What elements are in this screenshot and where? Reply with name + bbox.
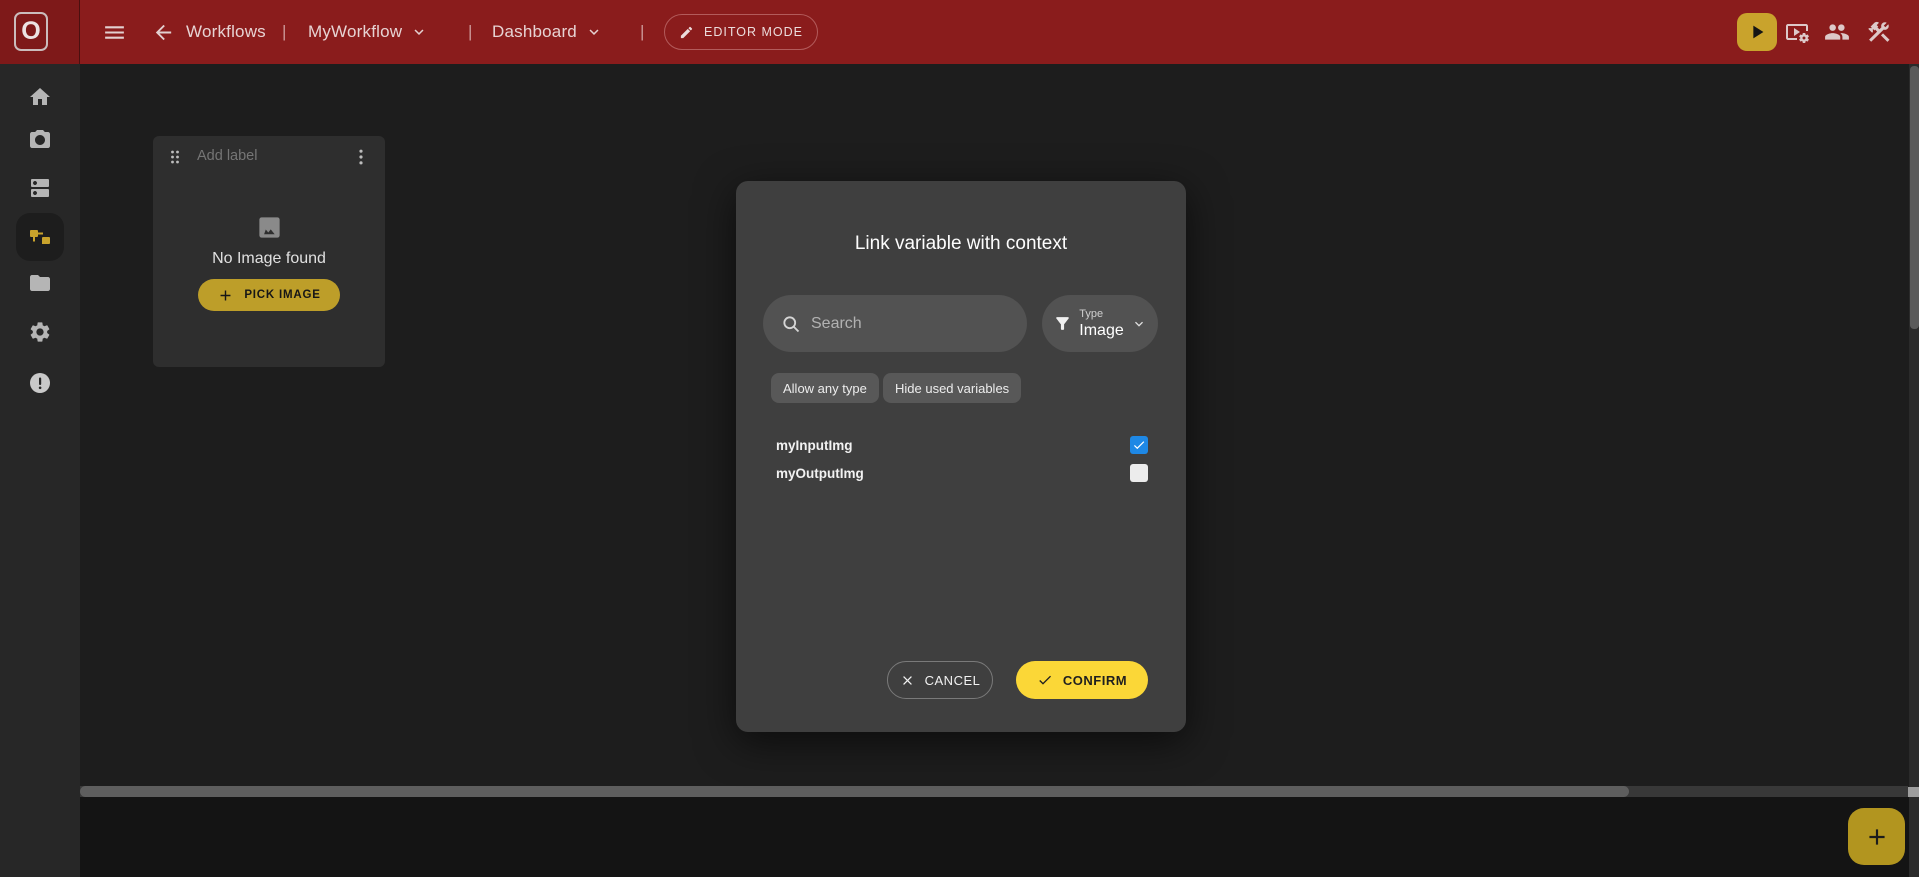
widget-menu-icon[interactable]: [351, 147, 371, 172]
breadcrumb-workflows[interactable]: Workflows: [186, 0, 266, 64]
workflow-selector[interactable]: MyWorkflow: [308, 0, 428, 64]
chevron-down-icon: [1131, 316, 1147, 332]
pencil-icon: [679, 25, 694, 40]
breadcrumb-separator: |: [282, 0, 286, 64]
back-button[interactable]: [152, 0, 175, 64]
view-selector[interactable]: Dashboard: [492, 0, 603, 64]
type-filter-label: Type: [1079, 308, 1103, 321]
run-workflow-button[interactable]: [1737, 13, 1777, 51]
widget-label-input[interactable]: [197, 148, 337, 164]
sidebar-item-camera[interactable]: [16, 116, 64, 164]
breadcrumb-separator: |: [640, 0, 644, 64]
dns-icon: [28, 176, 52, 200]
variable-name: myOutputImg: [776, 466, 864, 481]
workflows-label: Workflows: [186, 22, 266, 42]
app-logo-letter: O: [21, 17, 40, 46]
dialog-title: Link variable with context: [736, 233, 1186, 255]
drag-handle-icon[interactable]: [165, 147, 185, 172]
logo-zone: O: [0, 0, 80, 64]
pick-image-label: PICK IMAGE: [244, 289, 320, 301]
plus-icon: [1864, 824, 1890, 850]
sidebar-item-settings[interactable]: [16, 308, 64, 356]
view-name: Dashboard: [492, 22, 577, 42]
tools-button[interactable]: [1866, 19, 1892, 45]
settings-gear-icon: [28, 320, 52, 344]
chip-hide-used-variables[interactable]: Hide used variables: [883, 373, 1021, 403]
sidebar-item-alerts[interactable]: [16, 359, 64, 407]
variable-row: myOutputImg: [776, 462, 1148, 484]
search-icon: [781, 314, 801, 334]
cancel-label: CANCEL: [925, 673, 981, 688]
chip-allow-any-type[interactable]: Allow any type: [771, 373, 879, 403]
hamburger-menu-icon: [102, 20, 127, 45]
sidebar-item-files[interactable]: [16, 259, 64, 307]
add-widget-fab[interactable]: [1848, 808, 1905, 865]
camera-icon: [28, 128, 52, 152]
confirm-button[interactable]: CONFIRM: [1016, 661, 1148, 699]
search-input[interactable]: [811, 315, 1018, 333]
video-settings-icon: [1785, 20, 1809, 44]
editor-mode-label: EDITOR MODE: [704, 25, 803, 39]
confirm-label: CONFIRM: [1063, 673, 1127, 688]
type-filter-value: Image: [1079, 321, 1123, 340]
chevron-down-icon: [410, 23, 428, 41]
breadcrumb-separator: |: [468, 0, 472, 64]
sidebar-item-devices[interactable]: [16, 164, 64, 212]
arrow-back-icon: [152, 21, 175, 44]
check-icon: [1037, 672, 1053, 688]
empty-image-state: No Image found PICK IMAGE: [153, 214, 385, 311]
plus-icon: [217, 287, 234, 304]
error-icon: [28, 371, 52, 395]
top-app-bar: O Workflows | MyWorkflow |: [0, 0, 1919, 64]
menu-button[interactable]: [102, 0, 127, 64]
link-variable-dialog: Link variable with context Type Image Al…: [736, 181, 1186, 732]
home-icon: [28, 85, 52, 109]
variable-row: myInputImg: [776, 434, 1148, 456]
close-icon: [900, 673, 915, 688]
no-image-text: No Image found: [212, 250, 326, 268]
play-icon: [1746, 21, 1768, 43]
variable-name: myInputImg: [776, 438, 853, 453]
horizontal-scrollbar-thumb[interactable]: [80, 786, 1629, 797]
sidebar-item-workflows[interactable]: [16, 213, 64, 261]
video-settings-button[interactable]: [1784, 19, 1810, 45]
users-button[interactable]: [1824, 19, 1850, 45]
vertical-scrollbar-thumb[interactable]: [1910, 66, 1919, 329]
folder-icon: [28, 271, 52, 295]
pick-image-button[interactable]: PICK IMAGE: [198, 279, 340, 311]
scrollbar-corner: [1908, 787, 1919, 797]
left-sidebar: [0, 64, 80, 877]
editor-mode-button[interactable]: EDITOR MODE: [664, 14, 818, 50]
image-placeholder-icon: [256, 214, 283, 241]
users-icon: [1824, 19, 1850, 45]
app-logo[interactable]: O: [14, 12, 48, 51]
bottom-panel: [80, 797, 1919, 877]
cancel-button[interactable]: CANCEL: [887, 661, 993, 699]
app-root: O Workflows | MyWorkflow |: [0, 0, 1919, 877]
chevron-down-icon: [585, 23, 603, 41]
variable-checkbox[interactable]: [1130, 464, 1148, 482]
construction-icon: [1866, 19, 1892, 45]
variable-checkbox[interactable]: [1130, 436, 1148, 454]
image-widget-card: No Image found PICK IMAGE: [153, 136, 385, 367]
variable-search: [763, 295, 1027, 352]
workflow-schema-icon: [28, 225, 52, 249]
filter-funnel-icon: [1053, 314, 1072, 333]
sidebar-item-home[interactable]: [16, 73, 64, 121]
workflow-name: MyWorkflow: [308, 22, 402, 42]
type-filter-dropdown[interactable]: Type Image: [1042, 295, 1158, 352]
